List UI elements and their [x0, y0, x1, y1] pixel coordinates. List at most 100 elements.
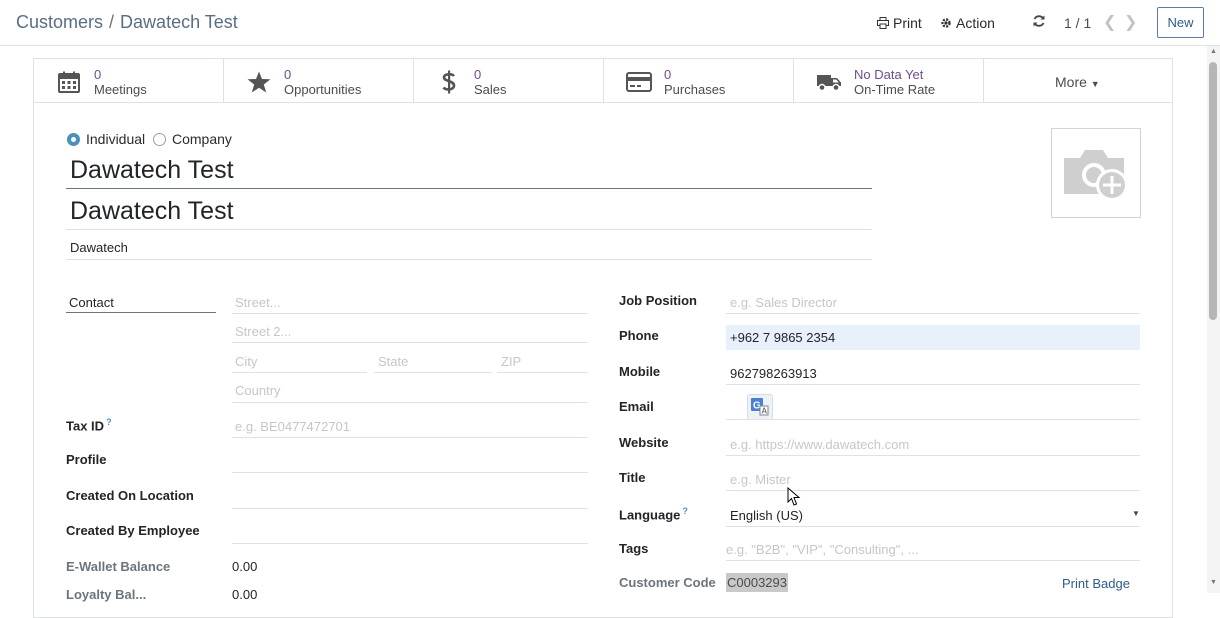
- ewallet-label: E-Wallet Balance: [66, 559, 171, 574]
- print-button[interactable]: Print: [877, 15, 922, 31]
- sales-count: 0: [474, 67, 482, 82]
- action-button[interactable]: Action: [940, 15, 995, 31]
- tags-input[interactable]: e.g. "B2B", "VIP", "Consulting", ...: [726, 542, 918, 557]
- street2-underline: [232, 342, 588, 343]
- display-name-underline: [66, 229, 872, 230]
- radio-company-label: Company: [172, 131, 232, 147]
- opportunities-label: Opportunities: [284, 82, 362, 97]
- tax-id-label: Tax ID?: [66, 417, 112, 433]
- ewallet-value: 0.00: [232, 559, 258, 574]
- dollar-icon: [436, 69, 462, 95]
- scrollbar-thumb[interactable]: [1209, 62, 1217, 320]
- smart-buttons: 0 Meetings 0 Opportunities 0 Sales 0 Pur…: [34, 59, 1172, 103]
- address-type-underline: [66, 312, 216, 313]
- radio-checked-icon: [67, 132, 80, 146]
- refresh-icon[interactable]: [1032, 14, 1046, 28]
- address-type-select[interactable]: Contact: [69, 295, 114, 310]
- tax-id-underline: [232, 437, 588, 438]
- street-underline: [232, 313, 588, 314]
- city-input[interactable]: City: [235, 354, 257, 369]
- country-underline: [232, 402, 588, 403]
- company-name-input[interactable]: Dawatech: [70, 240, 128, 255]
- print-badge-button[interactable]: Print Badge: [1062, 576, 1130, 591]
- mouse-cursor-icon: [787, 487, 801, 506]
- language-select[interactable]: English (US): [730, 508, 803, 523]
- state-input[interactable]: State: [378, 354, 408, 369]
- tax-id-input[interactable]: e.g. BE0477472701: [235, 419, 350, 434]
- language-caret-icon[interactable]: ▼: [1132, 509, 1140, 518]
- mobile-input[interactable]: 962798263913: [730, 366, 817, 381]
- opportunities-count: 0: [284, 67, 292, 82]
- title-input[interactable]: e.g. Mister: [730, 472, 791, 487]
- website-label: Website: [619, 435, 669, 450]
- breadcrumb-current: Dawatech Test: [120, 12, 238, 32]
- job-position-underline: [726, 313, 1140, 314]
- scroll-up-icon[interactable]: ▲: [1210, 48, 1217, 55]
- phone-input[interactable]: +962 7 9865 2354: [726, 325, 1140, 350]
- caret-down-icon: ▼: [1090, 79, 1100, 89]
- meetings-label: Meetings: [94, 82, 147, 97]
- language-label: Language?: [619, 506, 688, 522]
- purchases-button[interactable]: 0 Purchases: [604, 59, 794, 103]
- translate-icon[interactable]: GA: [747, 394, 773, 420]
- country-input[interactable]: Country: [235, 383, 281, 398]
- radio-individual[interactable]: Individual: [67, 131, 145, 147]
- profile-input[interactable]: [232, 472, 588, 473]
- name-input[interactable]: Dawatech Test: [70, 156, 234, 185]
- created-by-employee-label: Created By Employee: [66, 523, 200, 538]
- phone-label: Phone: [619, 328, 659, 343]
- language-underline: [726, 526, 1140, 527]
- purchases-count: 0: [664, 67, 672, 82]
- tags-underline: [726, 560, 1140, 561]
- created-by-employee-input[interactable]: [232, 543, 588, 544]
- previous-record-icon[interactable]: ❮: [1103, 12, 1116, 32]
- loyalty-value: 0.00: [232, 587, 258, 602]
- email-underline[interactable]: [726, 419, 1140, 420]
- more-dropdown[interactable]: More ▼: [1055, 74, 1100, 90]
- calendar-icon: [56, 69, 82, 95]
- mobile-label: Mobile: [619, 364, 661, 379]
- tax-id-help-icon[interactable]: ?: [106, 417, 112, 427]
- meetings-button[interactable]: 0 Meetings: [34, 59, 224, 103]
- sales-button[interactable]: 0 Sales: [414, 59, 604, 103]
- page-scrollbar[interactable]: ▲ ▼: [1207, 46, 1220, 593]
- customer-code-label: Customer Code: [619, 575, 716, 590]
- scroll-down-icon[interactable]: ▼: [1210, 579, 1217, 586]
- website-input[interactable]: e.g. https://www.dawatech.com: [730, 437, 909, 452]
- radio-company[interactable]: Company: [153, 131, 232, 147]
- name-underline: [66, 188, 872, 189]
- pager-value[interactable]: 1 / 1: [1064, 15, 1091, 31]
- street-input[interactable]: Street...: [235, 295, 281, 310]
- on-time-rate-button[interactable]: No Data Yet On-Time Rate: [794, 59, 984, 103]
- display-name[interactable]: Dawatech Test: [70, 197, 234, 226]
- radio-unchecked-icon: [153, 132, 166, 146]
- opportunities-button[interactable]: 0 Opportunities: [224, 59, 414, 103]
- mobile-underline: [726, 384, 1140, 385]
- state-underline: [374, 372, 492, 373]
- website-underline: [726, 455, 1140, 456]
- credit-card-icon: [626, 69, 652, 95]
- next-record-icon[interactable]: ❯: [1124, 12, 1137, 32]
- street2-input[interactable]: Street 2...: [235, 324, 291, 339]
- breadcrumb: Customers / Dawatech Test: [16, 12, 238, 33]
- city-underline: [232, 372, 367, 373]
- loyalty-label: Loyalty Bal...: [66, 587, 147, 602]
- language-help-icon[interactable]: ?: [682, 506, 688, 516]
- job-position-input[interactable]: e.g. Sales Director: [730, 295, 837, 310]
- more-label: More: [1055, 74, 1087, 90]
- svg-text:A: A: [762, 407, 768, 416]
- avatar-upload[interactable]: [1051, 128, 1141, 218]
- star-icon: [246, 69, 272, 95]
- gear-icon: [941, 18, 951, 28]
- breadcrumb-separator: /: [109, 12, 115, 32]
- zip-underline: [497, 372, 588, 373]
- created-on-location-input[interactable]: [232, 508, 588, 509]
- meetings-count: 0: [94, 67, 102, 82]
- email-label: Email: [619, 399, 654, 414]
- print-label: Print: [893, 15, 922, 31]
- title-label: Title: [619, 470, 646, 485]
- breadcrumb-parent[interactable]: Customers: [16, 12, 103, 32]
- new-button[interactable]: New: [1157, 7, 1204, 38]
- zip-input[interactable]: ZIP: [501, 354, 521, 369]
- purchases-label: Purchases: [664, 82, 726, 97]
